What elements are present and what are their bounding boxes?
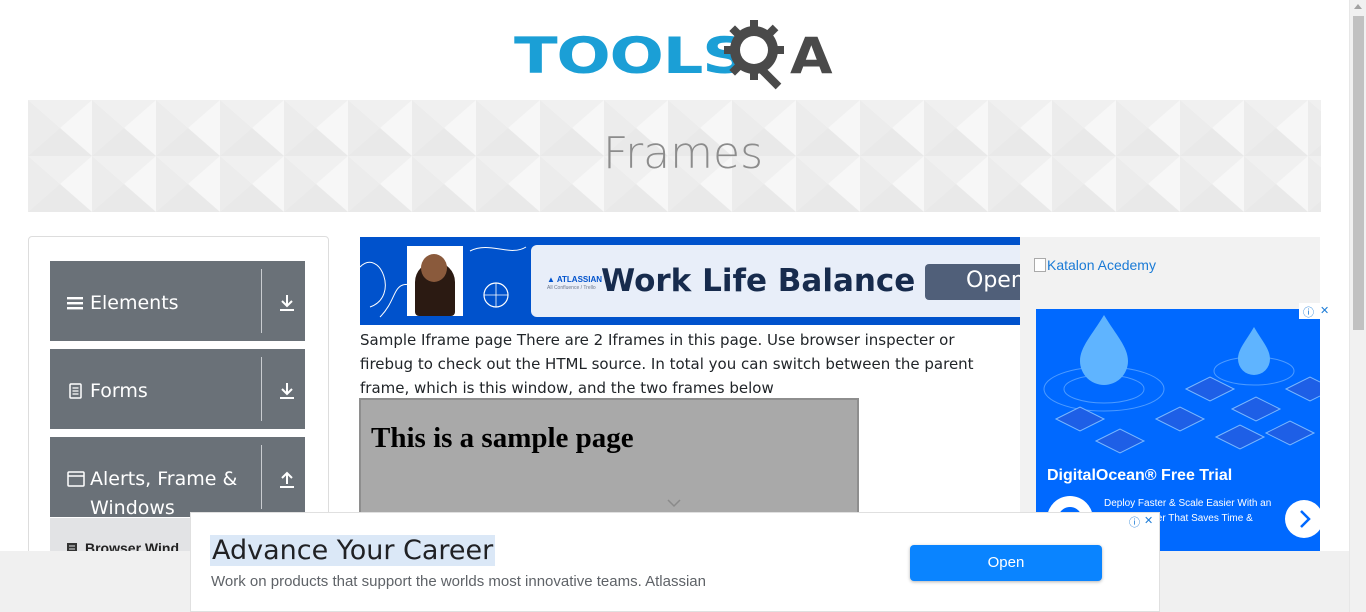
scroll-up-arrow-icon[interactable] [1354, 4, 1362, 9]
atlassian-brand-sub: All Confluence / Trello [547, 285, 596, 291]
close-icon[interactable]: ✕ [1144, 514, 1153, 527]
sidebar-group-alerts-frame-windows[interactable]: Alerts, Frame & Windows [50, 437, 305, 519]
ad-panel: ▲ ATLASSIAN All Confluence / Trello Work… [531, 245, 1020, 317]
document-icon [69, 383, 82, 399]
adchoices-badge[interactable]: ⓘ ✕ [1129, 514, 1159, 529]
broken-image-icon [1034, 258, 1046, 272]
ad-person-photo [407, 246, 463, 316]
katalon-alt-text: Katalon Acedemy [1047, 257, 1156, 273]
page-title: Frames [602, 128, 763, 179]
adchoices-badge[interactable]: ⓘ ✕ [1299, 303, 1335, 319]
info-icon[interactable]: ⓘ [1303, 304, 1314, 320]
bottom-ad-headline: Advance Your Career [210, 535, 496, 566]
sidebar-group-label: Elements [90, 292, 179, 314]
right-ad-column: Katalon Acedemy DigitalOcean® Free Trial [1020, 237, 1320, 552]
person-face [421, 254, 447, 282]
label-line-1: Alerts, Frame & [90, 468, 238, 490]
ad-illustration [1043, 315, 1320, 454]
close-icon[interactable]: ✕ [1320, 304, 1329, 317]
frame1[interactable]: This is a sample page [359, 398, 859, 518]
upload-arrow-icon[interactable] [278, 469, 296, 489]
logo-suffix: A [790, 27, 833, 85]
bottom-ad-open-button[interactable]: Open [910, 545, 1102, 581]
atlassian-banner-ad[interactable]: ▲ ATLASSIAN All Confluence / Trello Work… [360, 237, 1020, 325]
sample-heading: This is a sample page [371, 422, 634, 454]
divider [261, 445, 262, 509]
sidebar-group-forms[interactable]: Forms [50, 349, 305, 429]
bottom-ad-subtext: Work on products that support the worlds… [211, 573, 706, 590]
chevron-right-glyph [1300, 510, 1311, 528]
scroll-thumb[interactable] [1353, 16, 1364, 330]
divider [261, 269, 262, 333]
toolsqa-logo[interactable]: TOOLS A [514, 14, 844, 92]
sidebar-group-label: Forms [90, 380, 148, 402]
do-ad-title: DigitalOcean® Free Trial [1047, 467, 1233, 484]
logo-text: TOOLS [514, 27, 748, 85]
ad-headline: Work Life Balance [601, 263, 916, 299]
ad-open-button[interactable]: Open [925, 264, 1020, 300]
divider [261, 357, 262, 421]
label-line-2: Windows [90, 497, 175, 519]
frames-description: Sample Iframe page There are 2 Iframes i… [360, 331, 974, 397]
info-icon[interactable]: ⓘ [1129, 514, 1140, 530]
atlassian-brand: ▲ ATLASSIAN [547, 275, 603, 284]
download-arrow-icon[interactable] [278, 381, 296, 401]
chevron-right-icon[interactable] [1285, 500, 1320, 538]
download-arrow-icon[interactable] [278, 293, 296, 313]
hamburger-icon [67, 297, 83, 310]
sticky-bottom-ad[interactable]: Advance Your Career Work on products tha… [190, 512, 1160, 612]
window-icon [67, 471, 85, 487]
chevron-down-icon [667, 499, 681, 508]
gear-magnifier-icon [724, 20, 784, 90]
sidebar-group-elements[interactable]: Elements [50, 261, 305, 341]
katalon-academy-link[interactable]: Katalon Acedemy [1034, 257, 1156, 273]
vertical-scrollbar[interactable] [1349, 0, 1366, 612]
